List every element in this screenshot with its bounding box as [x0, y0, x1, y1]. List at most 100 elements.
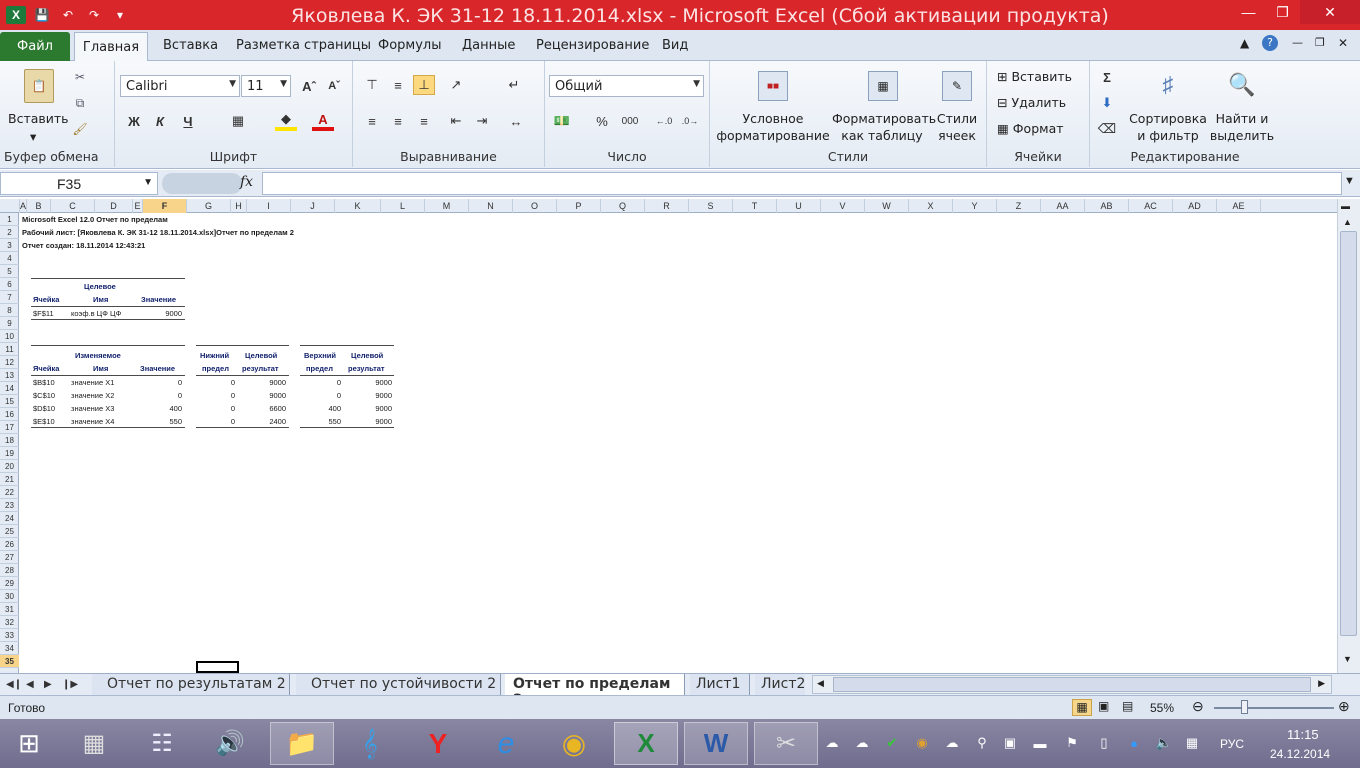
- help-icon[interactable]: ?: [1262, 35, 1278, 51]
- row-header-1[interactable]: 1: [0, 213, 19, 226]
- insert-cells-button[interactable]: ⊞ Вставить: [997, 69, 1072, 85]
- column-header-k[interactable]: K: [335, 199, 381, 213]
- conditional-formatting-icon[interactable]: ■■: [758, 71, 788, 101]
- volume-icon[interactable]: 🔈: [1154, 733, 1174, 753]
- align-middle-icon[interactable]: ≡: [387, 75, 409, 95]
- currency-icon[interactable]: 💵: [551, 111, 573, 131]
- row-header-31[interactable]: 31: [0, 603, 19, 616]
- row-header-7[interactable]: 7: [0, 291, 19, 304]
- excel-taskbar-icon[interactable]: X: [614, 722, 678, 765]
- increase-indent-icon[interactable]: ⇥: [471, 111, 493, 131]
- cell-styles-icon[interactable]: ✎: [942, 71, 972, 101]
- column-header-a[interactable]: A: [20, 199, 27, 213]
- column-header-y[interactable]: Y: [953, 199, 997, 213]
- select-all-corner[interactable]: [0, 199, 20, 213]
- cloud-sync-icon[interactable]: ☁: [822, 733, 842, 753]
- row-header-24[interactable]: 24: [0, 512, 19, 525]
- close-button[interactable]: ✕: [1300, 0, 1360, 24]
- decrease-decimal-icon[interactable]: .0→: [679, 111, 701, 131]
- sheet-tab-results[interactable]: Отчет по результатам 2: [92, 674, 290, 695]
- flag-icon[interactable]: ⚑: [1062, 733, 1082, 753]
- column-header-z[interactable]: Z: [997, 199, 1041, 213]
- scroll-down-icon[interactable]: ▼: [1343, 654, 1352, 664]
- orientation-icon[interactable]: ↗: [445, 75, 467, 95]
- align-top-icon[interactable]: ⊤: [361, 75, 383, 95]
- row-header-16[interactable]: 16: [0, 408, 19, 421]
- h-scroll-thumb[interactable]: [833, 677, 1311, 692]
- row-header-21[interactable]: 21: [0, 473, 19, 486]
- zoom-out-icon[interactable]: ⊖: [1192, 698, 1204, 715]
- column-header-u[interactable]: U: [777, 199, 821, 213]
- scroll-left-icon[interactable]: ◀: [817, 678, 824, 689]
- disk-icon[interactable]: ▬: [1030, 733, 1050, 753]
- row-header-11[interactable]: 11: [0, 343, 19, 356]
- column-header-l[interactable]: L: [381, 199, 425, 213]
- maximize-button[interactable]: ❐: [1260, 0, 1305, 24]
- row-header-20[interactable]: 20: [0, 460, 19, 473]
- split-box-icon[interactable]: ▬: [1341, 201, 1350, 211]
- align-bottom-icon[interactable]: ⊥: [413, 75, 435, 95]
- column-header-t[interactable]: T: [733, 199, 777, 213]
- tab-view[interactable]: Вид: [662, 38, 688, 53]
- row-header-33[interactable]: 33: [0, 629, 19, 642]
- customize-qat-icon[interactable]: ▾: [110, 6, 130, 24]
- column-header-q[interactable]: Q: [601, 199, 645, 213]
- column-header-h[interactable]: H: [231, 199, 247, 213]
- calculator-icon[interactable]: ☷: [132, 722, 192, 765]
- cloud-icon[interactable]: ☁: [942, 733, 962, 753]
- row-header-8[interactable]: 8: [0, 304, 19, 317]
- column-header-b[interactable]: B: [27, 199, 51, 213]
- save-icon[interactable]: 💾: [32, 6, 52, 24]
- music-app-icon[interactable]: 𝄞: [340, 722, 400, 765]
- excel-app-icon[interactable]: X: [6, 6, 26, 24]
- bold-button[interactable]: Ж: [123, 111, 145, 131]
- antivirus-icon[interactable]: ◉: [912, 733, 932, 753]
- explorer-icon[interactable]: 📁: [270, 722, 334, 765]
- row-header-13[interactable]: 13: [0, 369, 19, 382]
- zoom-slider-thumb[interactable]: [1241, 700, 1248, 714]
- paste-icon[interactable]: 📋: [24, 69, 54, 103]
- tab-review[interactable]: Рецензирование: [536, 38, 649, 53]
- sort-filter-line1[interactable]: Сортировка: [1128, 111, 1208, 127]
- tab-file[interactable]: Файл: [0, 32, 70, 61]
- row-header-17[interactable]: 17: [0, 421, 19, 434]
- undo-icon[interactable]: ↶: [58, 6, 78, 24]
- percent-button[interactable]: %: [591, 111, 613, 131]
- row-header-27[interactable]: 27: [0, 551, 19, 564]
- row-header-22[interactable]: 22: [0, 486, 19, 499]
- row-header-5[interactable]: 5: [0, 265, 19, 278]
- clock-date[interactable]: 24.12.2014: [1270, 747, 1330, 761]
- column-header-x[interactable]: X: [909, 199, 953, 213]
- column-header-r[interactable]: R: [645, 199, 689, 213]
- selected-cell[interactable]: [196, 661, 239, 673]
- doc-close-icon[interactable]: ✕: [1338, 36, 1348, 50]
- row-header-2[interactable]: 2: [0, 226, 19, 239]
- sheet-tab-stability[interactable]: Отчет по устойчивости 2: [296, 674, 501, 695]
- row-header-30[interactable]: 30: [0, 590, 19, 603]
- internet-explorer-icon[interactable]: e: [476, 722, 536, 765]
- horizontal-scrollbar[interactable]: ◀ ▶: [812, 675, 1332, 694]
- page-break-view-icon[interactable]: ▤: [1122, 699, 1133, 713]
- column-header-n[interactable]: N: [469, 199, 513, 213]
- sheet-tab-list2[interactable]: Лист2: [755, 674, 805, 695]
- row-header-14[interactable]: 14: [0, 382, 19, 395]
- language-indicator[interactable]: РУС: [1220, 737, 1244, 751]
- grow-font-icon[interactable]: Aˆ: [298, 76, 320, 96]
- column-header-v[interactable]: V: [821, 199, 865, 213]
- number-format-combo[interactable]: Общий ▼: [549, 75, 704, 97]
- row-header-23[interactable]: 23: [0, 499, 19, 512]
- tab-formulas[interactable]: Формулы: [378, 38, 441, 53]
- monitor-icon[interactable]: ▣: [1000, 733, 1020, 753]
- expand-formula-icon[interactable]: ▼: [1344, 175, 1355, 187]
- clear-icon[interactable]: ⌫: [1096, 119, 1118, 139]
- tab-page-layout[interactable]: Разметка страницы: [236, 38, 371, 53]
- cell-styles-line2[interactable]: ячеек: [932, 128, 982, 144]
- font-name-combo[interactable]: Calibri ▼: [120, 75, 240, 97]
- network-tray-icon[interactable]: ⚲: [972, 733, 992, 753]
- bluetooth-icon[interactable]: ●: [1124, 733, 1144, 753]
- tab-home[interactable]: Главная: [74, 32, 148, 62]
- column-header-s[interactable]: S: [689, 199, 733, 213]
- volume-app-icon[interactable]: 🔊: [200, 722, 260, 765]
- row-header-19[interactable]: 19: [0, 447, 19, 460]
- sheet-tab-limits[interactable]: Отчет по пределам 2: [505, 674, 685, 708]
